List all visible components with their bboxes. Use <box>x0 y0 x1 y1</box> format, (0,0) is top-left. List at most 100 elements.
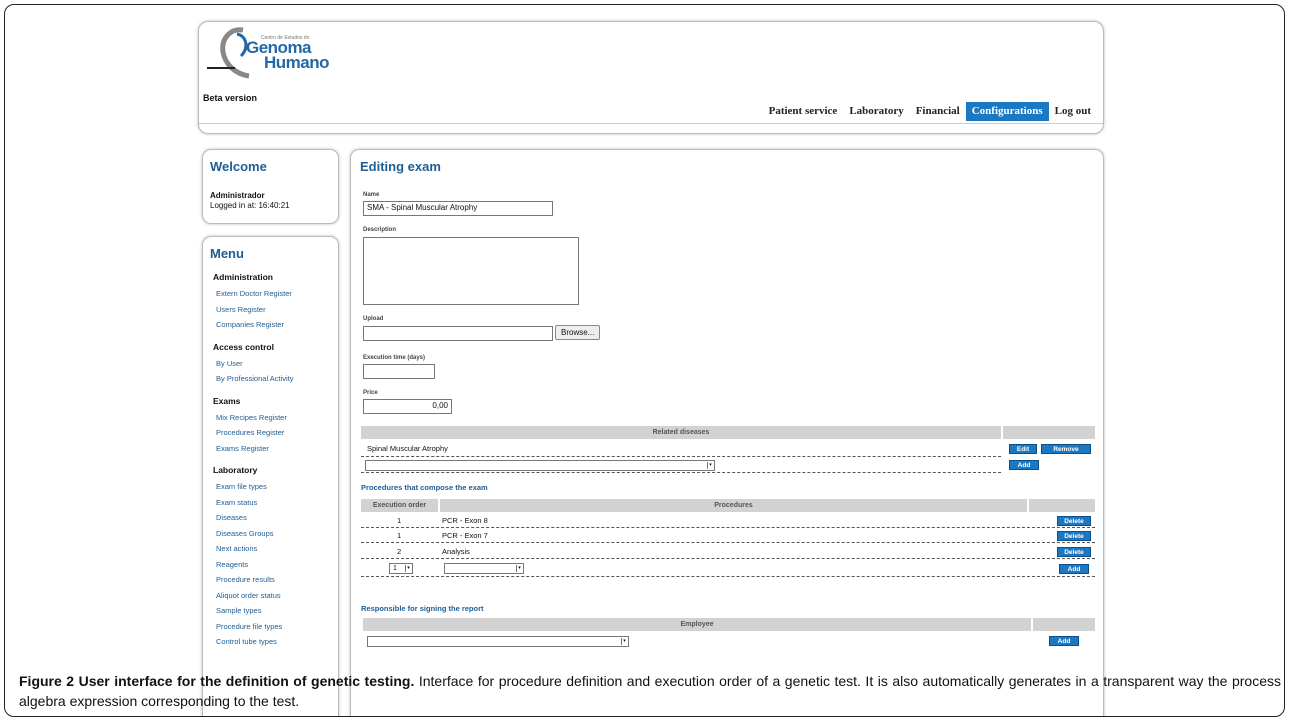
employee-actions-header <box>1033 618 1095 631</box>
related-disease-name: Spinal Muscular Atrophy <box>367 444 448 453</box>
nav-log-out[interactable]: Log out <box>1049 102 1097 121</box>
page-title: Editing exam <box>360 159 441 174</box>
app-header: Centro de Estudos do Genoma Humano Beta … <box>198 21 1104 134</box>
menu-link-diseases-groups[interactable]: Diseases Groups <box>213 526 338 542</box>
menu-group-administration: Administration Extern Doctor Register Us… <box>213 272 338 333</box>
execution-time-label: Execution time (days) <box>363 355 426 361</box>
row-divider <box>361 542 1095 543</box>
procedure-select[interactable]: ▾ <box>444 563 524 574</box>
browse-button[interactable]: Browse... <box>555 325 601 340</box>
nav-financial[interactable]: Financial <box>910 102 966 121</box>
menu-link-exam-status[interactable]: Exam status <box>213 495 338 511</box>
chevron-down-icon: ▾ <box>707 462 713 469</box>
menu-link-users-register[interactable]: Users Register <box>213 302 338 318</box>
edit-disease-button[interactable]: Edit <box>1009 444 1037 454</box>
logo-line-2: Humano <box>264 53 330 72</box>
menu-body: Administration Extern Doctor Register Us… <box>213 272 338 659</box>
menu-link-by-professional-activity[interactable]: By Professional Activity <box>213 371 338 387</box>
order-select-value: 1 <box>393 565 397 572</box>
menu-group-title: Administration <box>213 272 273 282</box>
menu-group-title: Access control <box>213 341 274 352</box>
menu-group-access-control: Access control By User By Professional A… <box>213 342 338 387</box>
menu-title: Menu <box>210 246 244 261</box>
menu-link-companies-register[interactable]: Companies Register <box>213 317 338 333</box>
menu-panel: Menu Administration Extern Doctor Regist… <box>202 236 339 716</box>
procedures-header: Procedures <box>440 499 1027 512</box>
delete-procedure-button[interactable]: Delete <box>1057 516 1091 526</box>
procedure-name: Analysis <box>442 547 470 556</box>
upload-label: Upload <box>363 316 384 322</box>
remove-disease-button[interactable]: Remove <box>1041 444 1091 454</box>
delete-procedure-button[interactable]: Delete <box>1057 547 1091 557</box>
menu-link-exam-file-types[interactable]: Exam file types <box>213 479 338 495</box>
menu-link-mix-recipes-register[interactable]: Mix Recipes Register <box>213 410 338 426</box>
editing-exam-panel: Editing exam Name SMA - Spinal Muscular … <box>350 149 1104 716</box>
nav-patient-service[interactable]: Patient service <box>763 102 844 121</box>
menu-link-control-tube-types[interactable]: Control tube types <box>213 634 338 650</box>
caption-title: Figure 2 User interface for the definiti… <box>19 673 415 689</box>
menu-link-next-actions[interactable]: Next actions <box>213 541 338 557</box>
related-diseases-header: Related diseases <box>361 426 1001 439</box>
nav-configurations[interactable]: Configurations <box>965 102 1049 121</box>
welcome-title: Welcome <box>210 159 267 174</box>
beta-label: Beta version <box>203 93 258 103</box>
add-procedure-button[interactable]: Add <box>1059 564 1089 574</box>
figure-frame: Centro de Estudos do Genoma Humano Beta … <box>4 4 1285 717</box>
upload-path-input[interactable] <box>363 326 553 341</box>
menu-group-laboratory: Laboratory Exam file types Exam status D… <box>213 465 338 650</box>
menu-link-extern-doctor-register[interactable]: Extern Doctor Register <box>213 286 338 302</box>
row-divider <box>361 558 1095 559</box>
row-divider <box>361 527 1095 528</box>
menu-link-procedures-register[interactable]: Procedures Register <box>213 425 338 441</box>
add-employee-button[interactable]: Add <box>1049 636 1079 646</box>
procedure-order: 1 <box>397 531 402 540</box>
login-time: Logged in at: 16:40:21 <box>210 201 290 210</box>
top-navigation: Patient service Laboratory Financial Con… <box>763 102 1097 121</box>
genoma-humano-logo: Centro de Estudos do Genoma Humano <box>205 24 375 82</box>
procedures-section-title: Procedures that compose the exam <box>361 483 488 492</box>
procedures-actions-header <box>1029 499 1095 512</box>
related-diseases-actions-header <box>1003 426 1095 439</box>
menu-group-title: Laboratory <box>213 465 258 475</box>
description-textarea[interactable] <box>363 237 579 305</box>
chevron-down-icon: ▾ <box>405 565 411 572</box>
row-divider <box>361 576 1095 577</box>
menu-link-procedure-results[interactable]: Procedure results <box>213 572 338 588</box>
execution-order-header: Execution order <box>361 499 438 512</box>
chevron-down-icon: ▾ <box>621 638 627 645</box>
header-divider <box>199 123 1103 124</box>
employee-select[interactable]: ▾ <box>367 636 629 647</box>
procedure-order: 2 <box>397 547 402 556</box>
add-disease-button[interactable]: Add <box>1009 460 1039 470</box>
procedure-name: PCR - Exon 8 <box>442 516 488 525</box>
menu-link-aliquot-order-status[interactable]: Aliquot order status <box>213 588 338 604</box>
price-label: Price <box>363 390 378 396</box>
order-select[interactable]: 1 ▾ <box>389 563 413 574</box>
menu-link-reagents[interactable]: Reagents <box>213 557 338 573</box>
description-label: Description <box>363 227 397 233</box>
chevron-down-icon: ▾ <box>516 565 522 572</box>
procedure-name: PCR - Exon 7 <box>442 531 488 540</box>
figure-caption: Figure 2 User interface for the definiti… <box>19 671 1281 711</box>
row-divider <box>361 472 1001 473</box>
logo-text: Genoma Humano <box>246 39 330 72</box>
name-label: Name <box>363 192 380 198</box>
welcome-panel: Welcome Administrador Logged in at: 16:4… <box>202 149 339 224</box>
row-divider <box>361 456 1001 457</box>
menu-link-procedure-file-types[interactable]: Procedure file types <box>213 619 338 635</box>
menu-link-diseases[interactable]: Diseases <box>213 510 338 526</box>
menu-link-by-user[interactable]: By User <box>213 356 338 372</box>
menu-group-title: Exams <box>213 395 241 406</box>
delete-procedure-button[interactable]: Delete <box>1057 531 1091 541</box>
execution-time-input[interactable] <box>363 364 435 379</box>
name-input[interactable]: SMA - Spinal Muscular Atrophy <box>363 201 553 216</box>
price-input[interactable]: 0,00 <box>363 399 452 414</box>
nav-laboratory[interactable]: Laboratory <box>843 102 909 121</box>
procedure-order: 1 <box>397 516 402 525</box>
menu-link-sample-types[interactable]: Sample types <box>213 603 338 619</box>
disease-select[interactable]: ▾ <box>365 460 715 471</box>
responsible-section-title: Responsible for signing the report <box>361 604 484 613</box>
menu-link-exams-register[interactable]: Exams Register <box>213 441 338 457</box>
user-name: Administrador <box>210 191 265 200</box>
menu-group-exams: Exams Mix Recipes Register Procedures Re… <box>213 396 338 457</box>
